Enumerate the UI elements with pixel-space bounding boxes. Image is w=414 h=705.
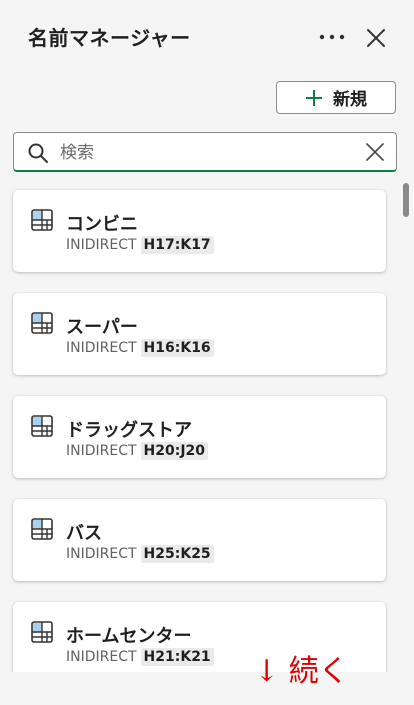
reference-function: INIDIRECT bbox=[66, 546, 137, 562]
name-label: コンビニ bbox=[66, 214, 138, 235]
name-item[interactable]: スーパー INIDIRECT H16:K16 bbox=[13, 293, 386, 375]
table-grid-icon bbox=[31, 209, 53, 231]
reference-function: INIDIRECT bbox=[66, 237, 137, 253]
new-button-label: 新規 bbox=[333, 90, 367, 110]
reference-range: H25:K25 bbox=[140, 545, 214, 563]
reference-range: H20:J20 bbox=[140, 442, 209, 460]
name-label: ドラッグストア bbox=[66, 420, 192, 441]
reference-range: H21:K21 bbox=[140, 648, 214, 666]
panel-title: 名前マネージャー bbox=[28, 26, 191, 50]
name-reference: INIDIRECT H25:K25 bbox=[66, 545, 214, 563]
list-bottom-edge bbox=[0, 672, 414, 694]
table-grid-icon bbox=[31, 415, 53, 437]
search-icon bbox=[28, 143, 48, 163]
more-horizontal-icon bbox=[319, 34, 345, 40]
table-grid-icon bbox=[31, 312, 53, 334]
name-item[interactable]: ドラッグストア INIDIRECT H20:J20 bbox=[13, 396, 386, 478]
panel-header: 名前マネージャー bbox=[0, 0, 414, 74]
close-button[interactable] bbox=[360, 22, 392, 54]
name-reference: INIDIRECT H21:K21 bbox=[66, 648, 214, 666]
new-name-button[interactable]: 新規 bbox=[276, 81, 396, 114]
reference-function: INIDIRECT bbox=[66, 340, 137, 356]
close-icon bbox=[367, 29, 385, 47]
reference-function: INIDIRECT bbox=[66, 649, 137, 665]
table-grid-icon bbox=[31, 621, 53, 643]
name-reference: INIDIRECT H16:K16 bbox=[66, 339, 214, 357]
scrollbar-thumb[interactable] bbox=[403, 183, 409, 217]
name-label: ホームセンター bbox=[66, 626, 192, 647]
reference-range: H17:K17 bbox=[140, 236, 214, 254]
name-item[interactable]: バス INIDIRECT H25:K25 bbox=[13, 499, 386, 581]
clear-icon[interactable] bbox=[364, 141, 386, 163]
reference-range: H16:K16 bbox=[140, 339, 214, 357]
name-label: スーパー bbox=[66, 317, 138, 338]
more-options-button[interactable] bbox=[316, 24, 348, 50]
name-reference: INIDIRECT H17:K17 bbox=[66, 236, 214, 254]
name-label: バス bbox=[66, 523, 102, 544]
name-reference: INIDIRECT H20:J20 bbox=[66, 442, 209, 460]
name-list: コンビニ INIDIRECT H17:K17 スーパー INIDIRECT H1… bbox=[13, 190, 386, 705]
name-item[interactable]: コンビニ INIDIRECT H17:K17 bbox=[13, 190, 386, 272]
table-grid-icon bbox=[31, 518, 53, 540]
reference-function: INIDIRECT bbox=[66, 443, 137, 459]
plus-icon bbox=[306, 89, 322, 106]
search-input[interactable] bbox=[58, 137, 352, 169]
continue-annotation: ↓ 続く bbox=[254, 654, 349, 689]
search-box[interactable] bbox=[13, 132, 397, 172]
